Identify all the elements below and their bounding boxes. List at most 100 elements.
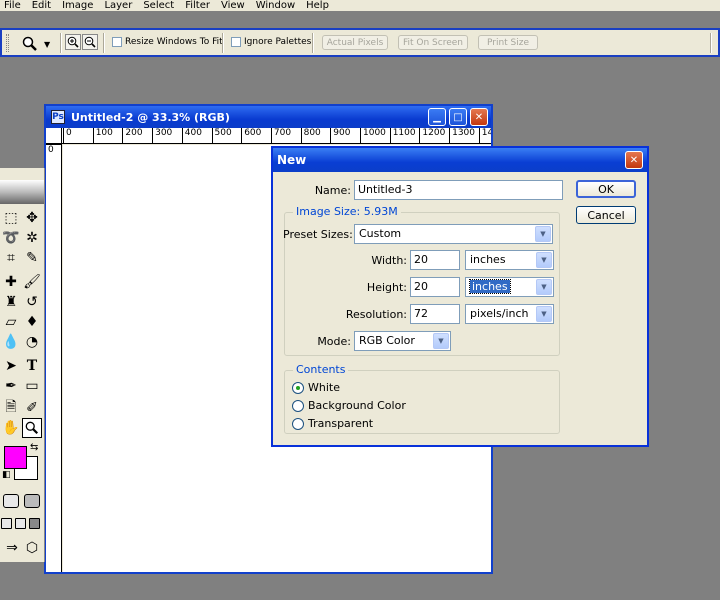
radio-button[interactable] (292, 399, 304, 412)
options-bar-grip[interactable] (6, 34, 9, 52)
contents-background-color-radio[interactable]: Background Color (292, 399, 406, 412)
resolution-unit-dropdown[interactable]: pixels/inch ▼ (465, 304, 554, 324)
close-button[interactable]: ✕ (470, 108, 488, 126)
ruler-tick-label: 1000 (360, 128, 386, 143)
blur-tool[interactable]: 💧 (1, 332, 21, 352)
history-brush-icon: ↺ (26, 294, 38, 310)
drop-icon: 💧 (2, 334, 20, 350)
menu-select[interactable]: Select (138, 0, 180, 11)
clone-stamp-tool[interactable]: ♜ (1, 292, 21, 312)
mode-dropdown[interactable]: RGB Color ▼ (354, 331, 451, 351)
arrow-icon: ➤ (5, 358, 17, 374)
pen-tool[interactable]: ✒ (1, 376, 21, 396)
actual-pixels-button[interactable]: Actual Pixels (322, 35, 388, 50)
hand-tool[interactable]: ✋ (1, 418, 21, 438)
print-size-button[interactable]: Print Size (478, 35, 538, 50)
radio-button[interactable] (292, 417, 304, 430)
crop-tool[interactable]: ⌗ (1, 248, 21, 268)
menu-window[interactable]: Window (251, 0, 301, 11)
document-title: Untitled-2 @ 33.3% (RGB) (71, 110, 230, 124)
contents-transparent-radio[interactable]: Transparent (292, 417, 373, 430)
document-title-bar[interactable]: Ps Untitled-2 @ 33.3% (RGB) ▁ □ ✕ (46, 106, 491, 128)
zoom-out-button[interactable] (82, 34, 98, 50)
maximize-button[interactable]: □ (449, 108, 467, 126)
name-field[interactable]: Untitled-3 (354, 180, 563, 200)
quick-mask-button[interactable] (24, 494, 40, 508)
eyedropper-tool[interactable]: ✐ (22, 398, 42, 418)
minimize-button[interactable]: ▁ (428, 108, 446, 126)
separator (312, 33, 314, 53)
menu-edit[interactable]: Edit (27, 0, 57, 11)
tool-preset-picker[interactable]: ▼ (22, 34, 58, 54)
jump-to-imageready-button[interactable]: ⇒ (2, 538, 22, 558)
path-selection-tool[interactable]: ➤ (1, 356, 21, 376)
zoom-tool[interactable] (22, 418, 42, 438)
toolbox-header-image[interactable] (0, 180, 44, 204)
healing-brush-tool[interactable]: ✚ (1, 272, 21, 292)
paint-bucket-tool[interactable]: ♦ (22, 312, 42, 332)
ruler-origin[interactable] (46, 128, 62, 144)
swap-colors-icon[interactable]: ⇆ (30, 442, 38, 453)
foreground-color-swatch[interactable] (4, 446, 27, 469)
ruler-tick-label: 1100 (389, 128, 416, 143)
marquee-tool[interactable]: ⬚ (1, 208, 21, 228)
magic-wand-tool[interactable]: ✲ (22, 228, 42, 248)
dialog-title-bar[interactable]: New ✕ (273, 148, 647, 172)
screen-mode-full[interactable] (29, 518, 40, 529)
menu-help[interactable]: Help (301, 0, 335, 11)
height-unit-dropdown[interactable]: inches ▼ (465, 277, 554, 297)
ignore-palettes-checkbox[interactable]: Ignore Palettes (231, 37, 311, 47)
resize-windows-checkbox[interactable]: Resize Windows To Fit (112, 37, 223, 47)
radio-button[interactable] (292, 381, 304, 394)
history-brush-tool[interactable]: ↺ (22, 292, 42, 312)
menu-view[interactable]: View (216, 0, 251, 11)
resolution-field[interactable]: 72 (410, 304, 460, 324)
brush-icon: 🖌 (23, 274, 41, 290)
vertical-ruler[interactable]: 0 (46, 144, 62, 572)
shape-tool[interactable]: ▭ (22, 376, 42, 396)
screen-mode-standard[interactable] (1, 518, 12, 529)
ok-button[interactable]: OK (576, 180, 636, 198)
brush-tool[interactable]: 🖌 (22, 272, 42, 292)
contents-white-radio[interactable]: White (292, 381, 340, 394)
checkbox-box[interactable] (112, 37, 122, 47)
chevron-down-icon: ▼ (536, 279, 552, 295)
notes-tool[interactable]: 🗎 (1, 398, 21, 418)
paint-bucket-icon: ♦ (25, 314, 39, 330)
move-tool[interactable]: ✥ (22, 208, 42, 228)
default-colors-icon[interactable]: ◧ (2, 470, 11, 480)
menu-image[interactable]: Image (57, 0, 99, 11)
maximize-icon: □ (453, 111, 463, 123)
screen-mode-full-menu[interactable] (15, 518, 26, 529)
new-document-dialog: New ✕ Name: Untitled-3 OK Cancel Image S… (271, 146, 649, 447)
lasso-icon: ➰ (2, 230, 20, 246)
width-unit-dropdown[interactable]: inches ▼ (465, 250, 554, 270)
height-field[interactable]: 20 (410, 277, 460, 297)
dialog-close-button[interactable]: ✕ (625, 151, 643, 169)
dodge-tool[interactable]: ◔ (22, 332, 42, 352)
horizontal-ruler[interactable]: 0 100 200 300 400 500 600 700 800 900 1000 1100 1200… (62, 128, 491, 144)
standard-mode-button[interactable] (3, 494, 19, 508)
preset-sizes-dropdown[interactable]: Custom ▼ (354, 224, 553, 244)
dodge-icon: ◔ (25, 334, 39, 350)
menu-layer[interactable]: Layer (99, 0, 138, 11)
fit-on-screen-button[interactable]: Fit On Screen (398, 35, 468, 50)
menu-filter[interactable]: Filter (180, 0, 216, 11)
eraser-tool[interactable]: ▱ (1, 312, 21, 332)
cancel-button[interactable]: Cancel (576, 206, 636, 224)
zoom-tool-icon (22, 36, 37, 51)
checkbox-box[interactable] (231, 37, 241, 47)
rectangle-icon: ▭ (25, 378, 39, 394)
jump-to-app-button[interactable]: ⬡ (22, 538, 42, 558)
ruler-tick-label: 700 (270, 128, 291, 143)
lasso-tool[interactable]: ➰ (1, 228, 21, 248)
height-label: Height: (366, 281, 407, 294)
zoom-in-button[interactable] (65, 34, 81, 50)
imageready-icon: ⇒ (6, 540, 18, 556)
type-tool[interactable]: T (22, 356, 42, 376)
ruler-tick-label: 1300 (449, 128, 475, 143)
menu-file[interactable]: File (0, 0, 27, 11)
slice-tool[interactable]: ✎ (22, 248, 42, 268)
dialog-title: New (277, 153, 307, 167)
width-field[interactable]: 20 (410, 250, 460, 270)
